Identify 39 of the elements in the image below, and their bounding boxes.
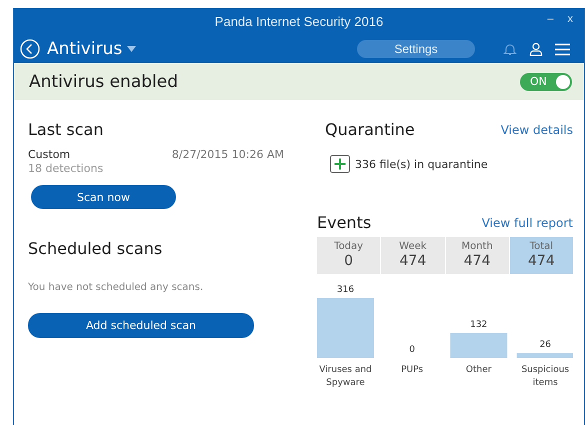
section-heading: Events [317,213,372,232]
bar-value: 316 [336,285,354,295]
section-heading: Last scan [28,120,104,139]
scan-date: 8/27/2015 10:26 AM [172,148,284,161]
category-label: Other [466,365,492,375]
window-title: Panda Internet Security 2016 [214,14,384,29]
bar [516,353,573,358]
bar-value: 26 [540,340,552,350]
close-button[interactable]: x [564,13,576,25]
bar [317,298,374,358]
empty-message: You have not scheduled any scans. [28,282,204,293]
status-text: Antivirus enabled [29,72,178,92]
scan-type: Custom [28,148,70,161]
period-tab[interactable]: Total 474 [510,237,573,274]
back-icon[interactable] [20,39,40,59]
category-label: Suspicious items [521,365,570,388]
bar-value: 132 [470,320,488,330]
bar [450,332,508,358]
category-label: PUPs [401,365,424,375]
detections-text: 18 detections [28,162,104,175]
category-label: Viruses and Spyware [319,365,372,388]
section-heading: Scheduled scans [28,239,164,258]
plus-icon[interactable] [330,155,350,173]
scan-now-button[interactable]: Scan now [31,185,176,209]
menu-icon[interactable] [555,42,570,56]
add-scheduled-scan-button[interactable]: Add scheduled scan [28,313,254,338]
user-icon[interactable] [529,42,543,56]
bar-value: 0 [409,345,415,355]
period-tab[interactable]: Week 474 [381,237,444,274]
period-tab[interactable]: Month 474 [446,237,509,274]
view-details-link[interactable]: View details [500,122,573,136]
section-title[interactable]: Antivirus [47,39,122,59]
minimize-button[interactable]: – [544,13,556,25]
view-full-report-link[interactable]: View full report [482,216,573,230]
period-tab[interactable]: Today 0 [317,237,380,274]
section-heading: Quarantine [325,120,415,139]
settings-button[interactable]: Settings [357,40,475,58]
quarantine-count: 336 file(s) in quarantine [355,158,488,170]
caret-icon[interactable] [127,46,136,52]
